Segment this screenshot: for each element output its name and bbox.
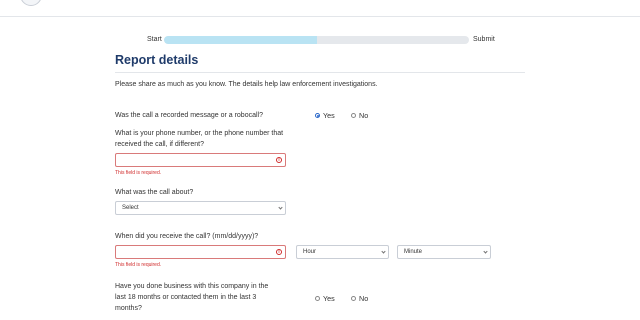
business-question-line2: last 18 months or contacted them in the …	[115, 294, 257, 301]
intro-text: Please share as much as you know. The de…	[115, 81, 378, 88]
hour-select[interactable]: Hour	[296, 245, 389, 259]
progress-fill	[164, 36, 317, 44]
date-error-message: This field is required.	[115, 262, 162, 268]
robocall-no-option[interactable]: No	[351, 111, 368, 120]
robocall-no-label: No	[359, 111, 369, 120]
chevron-down-icon	[278, 205, 283, 210]
page-title: Report details	[115, 53, 199, 67]
business-question-line3: months?	[115, 305, 142, 312]
call-date-input[interactable]: !	[115, 245, 286, 259]
title-divider	[115, 72, 525, 73]
hour-select-value: Hour	[303, 249, 317, 255]
phone-question-line2: received the call, if different?	[115, 141, 204, 148]
robocall-yes-label: Yes	[323, 111, 335, 120]
business-yes-radio[interactable]	[315, 296, 320, 301]
robocall-no-radio[interactable]	[351, 113, 356, 118]
chevron-down-icon	[381, 249, 386, 254]
top-bar	[0, 0, 640, 17]
progress-end-label: Submit	[473, 36, 495, 43]
business-no-radio[interactable]	[351, 296, 356, 301]
error-icon: !	[276, 249, 282, 255]
business-yes-option[interactable]: Yes	[315, 294, 335, 303]
business-yes-label: Yes	[323, 294, 335, 303]
site-logo[interactable]	[20, 0, 42, 6]
minute-select[interactable]: Minute	[397, 245, 491, 259]
business-no-label: No	[359, 294, 369, 303]
chevron-down-icon	[483, 249, 488, 254]
error-icon: !	[276, 157, 282, 163]
robocall-yes-radio[interactable]	[315, 113, 320, 118]
progress-track	[164, 36, 469, 44]
business-no-option[interactable]: No	[351, 294, 368, 303]
phone-number-input[interactable]: !	[115, 153, 286, 167]
call-about-select[interactable]: Select	[115, 201, 286, 215]
call-about-question-label: What was the call about?	[115, 189, 194, 196]
phone-question-line1: What is your phone number, or the phone …	[115, 130, 284, 137]
business-question-label: Have you done business with this company…	[115, 281, 268, 314]
business-question-line1: Have you done business with this company…	[115, 283, 269, 290]
progress-indicator: Start Submit	[147, 35, 497, 47]
robocall-question-label: Was the call a recorded message or a rob…	[115, 112, 263, 119]
robocall-yes-option[interactable]: Yes	[315, 111, 335, 120]
date-question-label: When did you receive the call? (mm/dd/yy…	[115, 233, 259, 240]
phone-question-label: What is your phone number, or the phone …	[115, 128, 283, 150]
phone-error-message: This field is required.	[115, 170, 162, 176]
minute-select-value: Minute	[404, 249, 423, 255]
call-about-select-value: Select	[122, 205, 139, 211]
progress-start-label: Start	[147, 36, 162, 43]
